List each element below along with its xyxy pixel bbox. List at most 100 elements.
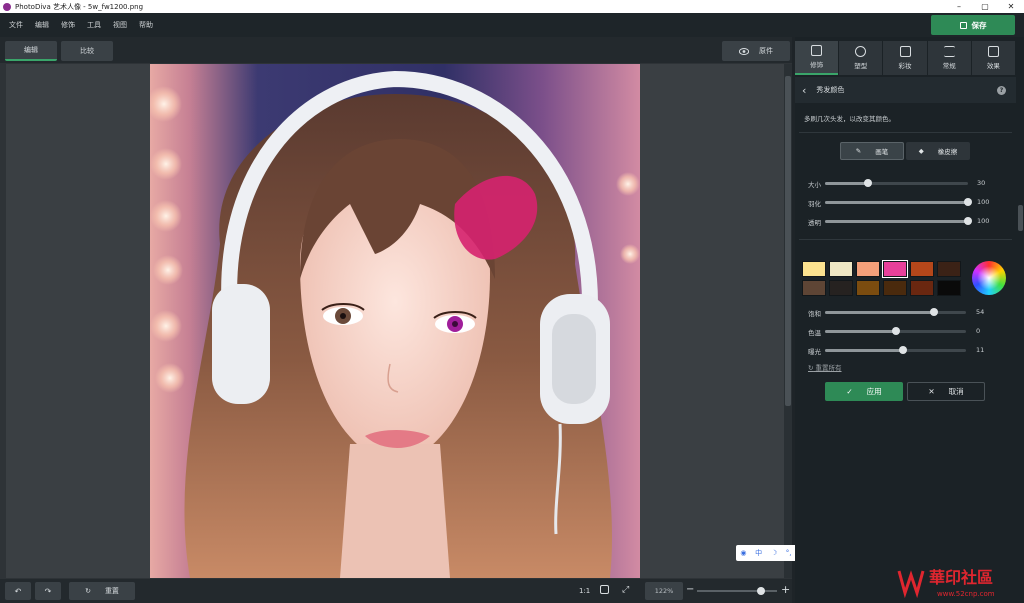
- portrait-photo[interactable]: [150, 64, 640, 578]
- back-arrow-icon[interactable]: ‹: [802, 84, 806, 97]
- menu-tools[interactable]: 工具: [87, 20, 101, 30]
- brush-slider-label: 透明: [808, 219, 821, 227]
- view-tabs: 编辑 比较 原件: [0, 37, 792, 63]
- tab-retouch[interactable]: 修饰: [795, 41, 839, 75]
- tab-general[interactable]: 常规: [927, 41, 971, 75]
- tab-effects-label: 效果: [986, 62, 1000, 70]
- actual-size-button[interactable]: 1:1: [579, 587, 590, 595]
- color-slider-knob[interactable]: [929, 308, 938, 316]
- brush-icon: ✎: [855, 147, 862, 155]
- reset-button[interactable]: ↻ 重置: [69, 582, 135, 600]
- hint-text: 多刷几次头发，以改变其颜色。: [804, 115, 895, 123]
- color-slider-knob[interactable]: [891, 327, 900, 335]
- redo-button[interactable]: ↷: [35, 582, 61, 600]
- scrollbar-thumb[interactable]: [785, 76, 791, 406]
- bottom-toolbar: ↶ ↷ ↻ 重置 1:1 ⤢ 122% − +: [0, 579, 792, 603]
- color-swatch[interactable]: [802, 280, 826, 296]
- reset-all-link[interactable]: ↻ 重置所有: [808, 362, 842, 372]
- tab-makeup-label: 彩妆: [898, 62, 912, 70]
- brush-label: 画笔: [875, 148, 889, 156]
- panel-scrollbar[interactable]: [1017, 37, 1024, 603]
- eraser-icon: ◆: [918, 147, 924, 155]
- zoom-out-icon[interactable]: −: [686, 584, 694, 595]
- color-slider-track[interactable]: [825, 346, 966, 354]
- reset-all-icon: ↻: [808, 364, 814, 372]
- color-slider-track[interactable]: [825, 308, 966, 316]
- close-button[interactable]: ✕: [998, 0, 1024, 13]
- color-swatch[interactable]: [910, 280, 934, 296]
- zoom-in-icon[interactable]: +: [781, 583, 790, 596]
- brush-slider-row: 透明 100: [795, 214, 1016, 228]
- color-swatch[interactable]: [882, 260, 908, 278]
- section-title: 秀发颜色: [816, 86, 845, 94]
- color-slider-fill: [825, 311, 934, 314]
- color-swatch[interactable]: [937, 280, 961, 296]
- color-slider-track[interactable]: [825, 327, 966, 335]
- ime-moon-icon[interactable]: ☽: [771, 549, 777, 557]
- menu-edit[interactable]: 编辑: [35, 20, 49, 30]
- brush-slider-knob[interactable]: [863, 179, 872, 187]
- zoom-slider[interactable]: [697, 587, 777, 595]
- maximize-button[interactable]: ▢: [972, 0, 998, 13]
- color-swatch[interactable]: [856, 261, 880, 277]
- menu-view[interactable]: 视图: [113, 20, 127, 30]
- color-swatch[interactable]: [829, 261, 853, 277]
- color-swatch[interactable]: [856, 280, 880, 296]
- tab-effects[interactable]: 效果: [971, 41, 1016, 75]
- tab-makeup[interactable]: 彩妆: [883, 41, 927, 75]
- save-button[interactable]: 保存: [931, 15, 1015, 35]
- brush-slider-value: 100: [977, 217, 990, 225]
- brush-slider-row: 大小 30: [795, 176, 1016, 190]
- original-button[interactable]: 原件: [722, 41, 790, 61]
- brush-slider-knob[interactable]: [964, 217, 972, 225]
- tab-reshape-label: 塑型: [854, 62, 868, 70]
- tool-tabs: 修饰 塑型 彩妆 常规 效果: [795, 41, 1016, 75]
- eye-icon: [739, 47, 749, 55]
- help-icon[interactable]: ?: [997, 85, 1006, 95]
- save-label: 保存: [971, 20, 987, 30]
- brush-slider-track[interactable]: [825, 179, 968, 187]
- window-title: PhotoDiva 艺术人像 - 5w_fw1200.png: [15, 2, 144, 11]
- zoom-value[interactable]: 122%: [645, 582, 683, 600]
- color-swatch[interactable]: [910, 261, 934, 277]
- color-slider-row: 曝光 11: [795, 343, 1016, 357]
- zoom-slider-knob[interactable]: [757, 587, 765, 595]
- eraser-button[interactable]: ◆ 橡皮擦: [906, 142, 970, 160]
- editor-area: 编辑 比较 原件 ◉ 中 ☽ °, ↶ ↷ ↻ 重置 1:1 ⤢ 122% − …: [0, 37, 846, 603]
- canvas-scrollbar[interactable]: [784, 64, 792, 578]
- color-swatch[interactable]: [883, 280, 907, 296]
- menu-retouch[interactable]: 修饰: [61, 20, 75, 30]
- color-swatch[interactable]: [937, 261, 961, 277]
- reset-icon: ↻: [85, 587, 91, 595]
- ime-punct-icon[interactable]: °,: [786, 549, 792, 557]
- panel-scrollbar-thumb[interactable]: [1018, 205, 1023, 231]
- ime-logo-icon[interactable]: ◉: [740, 549, 746, 557]
- cancel-button[interactable]: ✕ 取消: [907, 382, 985, 401]
- brush-button[interactable]: ✎ 画笔: [840, 142, 904, 160]
- color-swatch[interactable]: [802, 261, 826, 277]
- color-slider-value: 11: [976, 346, 985, 354]
- apply-button[interactable]: ✓ 应用: [825, 382, 903, 401]
- color-swatch[interactable]: [829, 280, 853, 296]
- save-icon: [959, 21, 967, 29]
- brush-slider-track[interactable]: [825, 198, 972, 206]
- menu-help[interactable]: 帮助: [139, 20, 153, 30]
- fit-screen-icon[interactable]: ⤢: [622, 585, 629, 595]
- color-slider-fill: [825, 330, 896, 333]
- brush-slider-row: 羽化 100: [795, 195, 1016, 209]
- minimize-button[interactable]: –: [946, 0, 972, 13]
- image-canvas[interactable]: [6, 64, 784, 578]
- color-slider-knob[interactable]: [898, 346, 907, 354]
- brush-slider-track[interactable]: [825, 217, 972, 225]
- tab-general-label: 常规: [942, 62, 956, 70]
- ime-language[interactable]: 中: [755, 548, 762, 558]
- tab-compare[interactable]: 比较: [61, 41, 113, 61]
- menu-file[interactable]: 文件: [9, 20, 23, 30]
- undo-button[interactable]: ↶: [5, 582, 31, 600]
- color-slider-row: 饱和 54: [795, 305, 1016, 319]
- brush-slider-knob[interactable]: [964, 198, 972, 206]
- hand-tool-icon[interactable]: [600, 585, 609, 594]
- tab-edit[interactable]: 编辑: [5, 41, 57, 61]
- color-wheel[interactable]: [972, 261, 1006, 295]
- tab-reshape[interactable]: 塑型: [839, 41, 883, 75]
